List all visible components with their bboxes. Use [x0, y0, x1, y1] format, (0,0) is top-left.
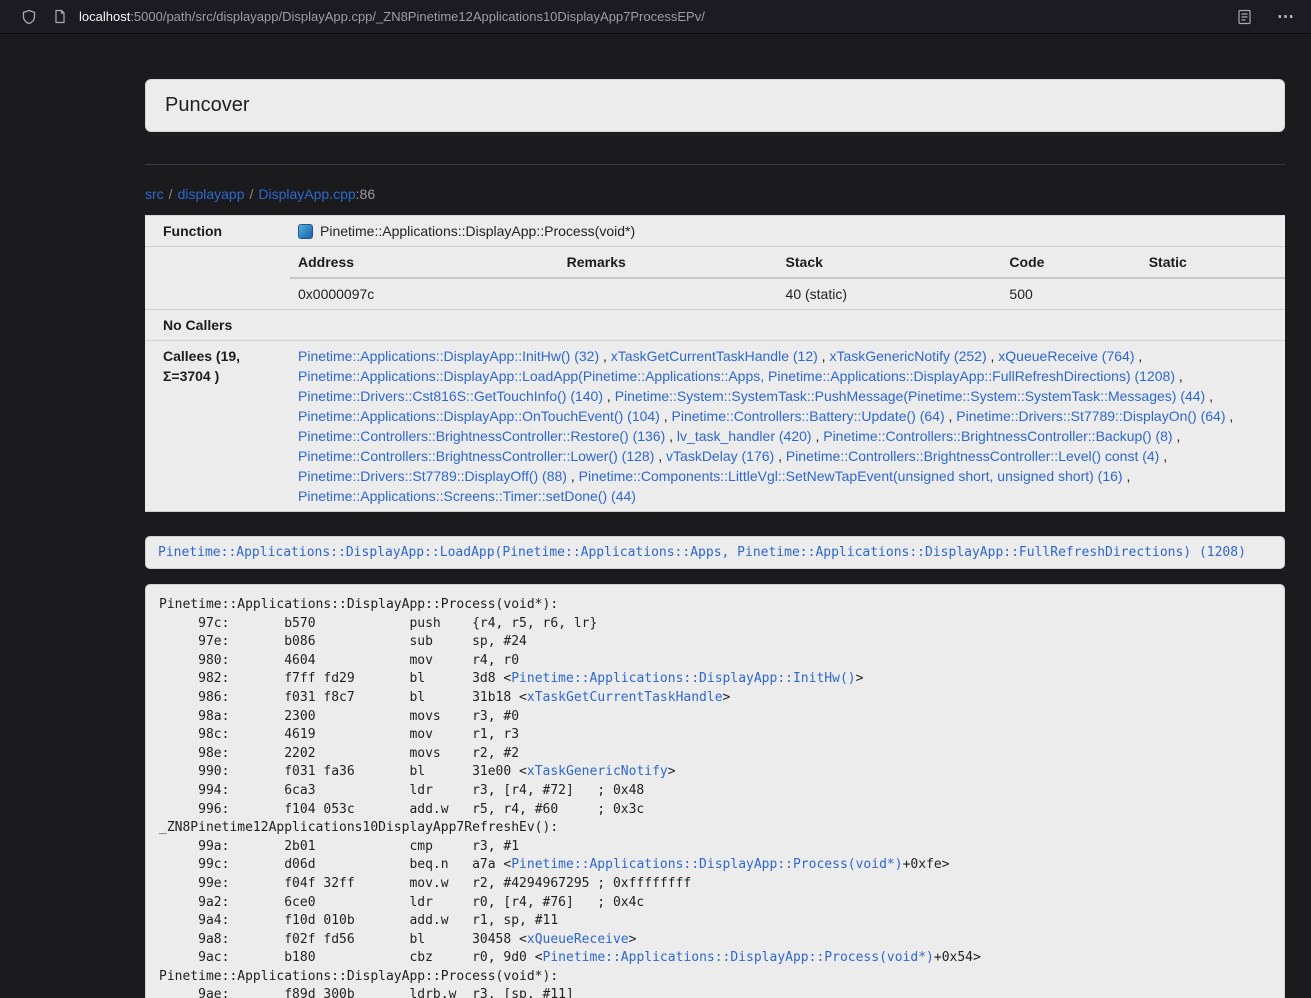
callee-separator: , — [1159, 448, 1167, 464]
page-icon — [51, 8, 69, 26]
symbol-bar: Pinetime::Applications::DisplayApp::Load… — [145, 536, 1285, 569]
disassembly: Pinetime::Applications::DisplayApp::Proc… — [145, 584, 1285, 998]
code-symbol-link[interactable]: xTaskGetCurrentTaskHandle — [527, 690, 723, 705]
callee-separator: , — [987, 348, 999, 364]
callee-separator: , — [567, 468, 579, 484]
breadcrumb-link-displayapp[interactable]: displayapp — [178, 186, 245, 202]
tracking-shield-icon[interactable] — [20, 8, 38, 26]
callee-link[interactable]: xTaskGetCurrentTaskHandle (12) — [611, 348, 818, 364]
callee-separator: , — [603, 388, 615, 404]
function-name: Pinetime::Applications::DisplayApp::Proc… — [320, 221, 635, 241]
callee-separator: , — [1123, 468, 1131, 484]
app-header: Puncover — [145, 79, 1285, 132]
callee-separator: , — [774, 448, 786, 464]
code-symbol-link[interactable]: xTaskGenericNotify — [527, 764, 668, 779]
callee-link[interactable]: Pinetime::Controllers::BrightnessControl… — [298, 448, 654, 464]
col-header-remarks: Remarks — [559, 247, 778, 278]
callees-label: Callees (19, Σ=3704 ) — [145, 341, 290, 512]
callee-separator: , — [1205, 388, 1213, 404]
callee-separator: , — [1175, 368, 1183, 384]
callee-link[interactable]: vTaskDelay (176) — [666, 448, 774, 464]
callee-link[interactable]: Pinetime::Applications::DisplayApp::OnTo… — [298, 408, 660, 424]
callee-link[interactable]: Pinetime::Controllers::BrightnessControl… — [823, 428, 1172, 444]
page-title: Puncover — [165, 94, 250, 116]
stat-code-value: 500 — [1001, 278, 1140, 309]
callee-separator: , — [654, 448, 666, 464]
callee-separator: , — [599, 348, 611, 364]
callee-separator: , — [1173, 428, 1181, 444]
reader-view-icon[interactable] — [1235, 8, 1253, 26]
callee-separator: , — [1226, 408, 1234, 424]
callees-row: Callees (19, Σ=3704 ) Pinetime::Applicat… — [145, 341, 1285, 512]
code-symbol-link[interactable]: Pinetime::Applications::DisplayApp::Proc… — [543, 950, 934, 965]
function-label: Function — [145, 216, 290, 247]
callee-separator: , — [665, 428, 677, 444]
no-callers-row: No Callers — [145, 310, 1285, 341]
callee-link[interactable]: Pinetime::System::SystemTask::PushMessag… — [615, 388, 1206, 404]
stat-stack-value: 40 (static) — [778, 278, 1002, 309]
callee-link[interactable]: Pinetime::Components::LittleVgl::SetNewT… — [579, 468, 1123, 484]
url-path: :5000/path/src/displayapp/DisplayApp.cpp… — [130, 9, 705, 24]
col-header-address: Address — [290, 247, 559, 278]
callee-link[interactable]: Pinetime::Drivers::Cst816S::GetTouchInfo… — [298, 388, 603, 404]
callee-separator: , — [660, 408, 672, 424]
stat-static-value — [1141, 278, 1285, 309]
callee-separator: , — [1134, 348, 1142, 364]
stats-header-row: Address Remarks Stack Code Static — [290, 247, 1285, 278]
col-header-code: Code — [1001, 247, 1140, 278]
divider — [145, 164, 1285, 165]
function-table: Function Pinetime::Applications::Display… — [145, 215, 1285, 512]
stat-remarks-value — [559, 278, 778, 309]
code-symbol-link[interactable]: Pinetime::Applications::DisplayApp::Init… — [511, 671, 855, 686]
function-row: Function Pinetime::Applications::Display… — [145, 216, 1285, 247]
callee-link[interactable]: Pinetime::Applications::Screens::Timer::… — [298, 488, 636, 504]
col-header-static: Static — [1141, 247, 1285, 278]
page-content: Puncover src/displayapp/DisplayApp.cpp:8… — [145, 79, 1285, 998]
callee-link[interactable]: Pinetime::Drivers::St7789::DisplayOn() (… — [956, 408, 1225, 424]
callee-link[interactable]: Pinetime::Controllers::Battery::Update()… — [672, 408, 945, 424]
callee-link[interactable]: Pinetime::Applications::DisplayApp::Load… — [298, 368, 1175, 384]
callee-link[interactable]: Pinetime::Controllers::BrightnessControl… — [298, 428, 665, 444]
breadcrumb-link-src[interactable]: src — [145, 186, 164, 202]
callee-link[interactable]: lv_task_handler (420) — [677, 428, 812, 444]
col-header-stack: Stack — [778, 247, 1002, 278]
callee-link[interactable]: Pinetime::Controllers::BrightnessControl… — [786, 448, 1159, 464]
stats-value-row: 0x0000097c 40 (static) 500 — [290, 278, 1285, 309]
breadcrumb-separator: / — [250, 186, 254, 202]
callee-link[interactable]: xQueueReceive (764) — [998, 348, 1134, 364]
code-symbol-link[interactable]: Pinetime::Applications::DisplayApp::Proc… — [511, 857, 902, 872]
line-number-suffix: :86 — [356, 186, 375, 202]
url-bar[interactable]: localhost:5000/path/src/displayapp/Displ… — [79, 9, 705, 24]
callee-link[interactable]: Pinetime::Drivers::St7789::DisplayOff() … — [298, 468, 567, 484]
breadcrumb-link-file[interactable]: DisplayApp.cpp — [258, 186, 355, 202]
no-callers-label: No Callers — [145, 310, 290, 341]
callee-link[interactable]: Pinetime::Applications::DisplayApp::Init… — [298, 348, 599, 364]
callee-separator: , — [818, 348, 830, 364]
symbol-bar-link[interactable]: Pinetime::Applications::DisplayApp::Load… — [158, 545, 1246, 560]
stats-table: Address Remarks Stack Code Static 0x0000… — [290, 247, 1285, 309]
callee-separator: , — [945, 408, 957, 424]
stats-row: Address Remarks Stack Code Static 0x0000… — [145, 247, 1285, 310]
callee-link[interactable]: xTaskGenericNotify (252) — [829, 348, 986, 364]
browser-chrome: localhost:5000/path/src/displayapp/Displ… — [0, 0, 1311, 34]
callee-separator: , — [812, 428, 824, 444]
stat-address-value: 0x0000097c — [290, 278, 559, 309]
callees-cell: Pinetime::Applications::DisplayApp::Init… — [290, 341, 1285, 512]
url-domain: localhost — [79, 9, 130, 24]
breadcrumb-separator: / — [169, 186, 173, 202]
breadcrumb: src/displayapp/DisplayApp.cpp:86 — [145, 186, 1285, 202]
function-icon — [298, 224, 313, 239]
code-symbol-link[interactable]: xQueueReceive — [527, 932, 629, 947]
overflow-menu-icon[interactable]: ⋯ — [1277, 8, 1295, 25]
